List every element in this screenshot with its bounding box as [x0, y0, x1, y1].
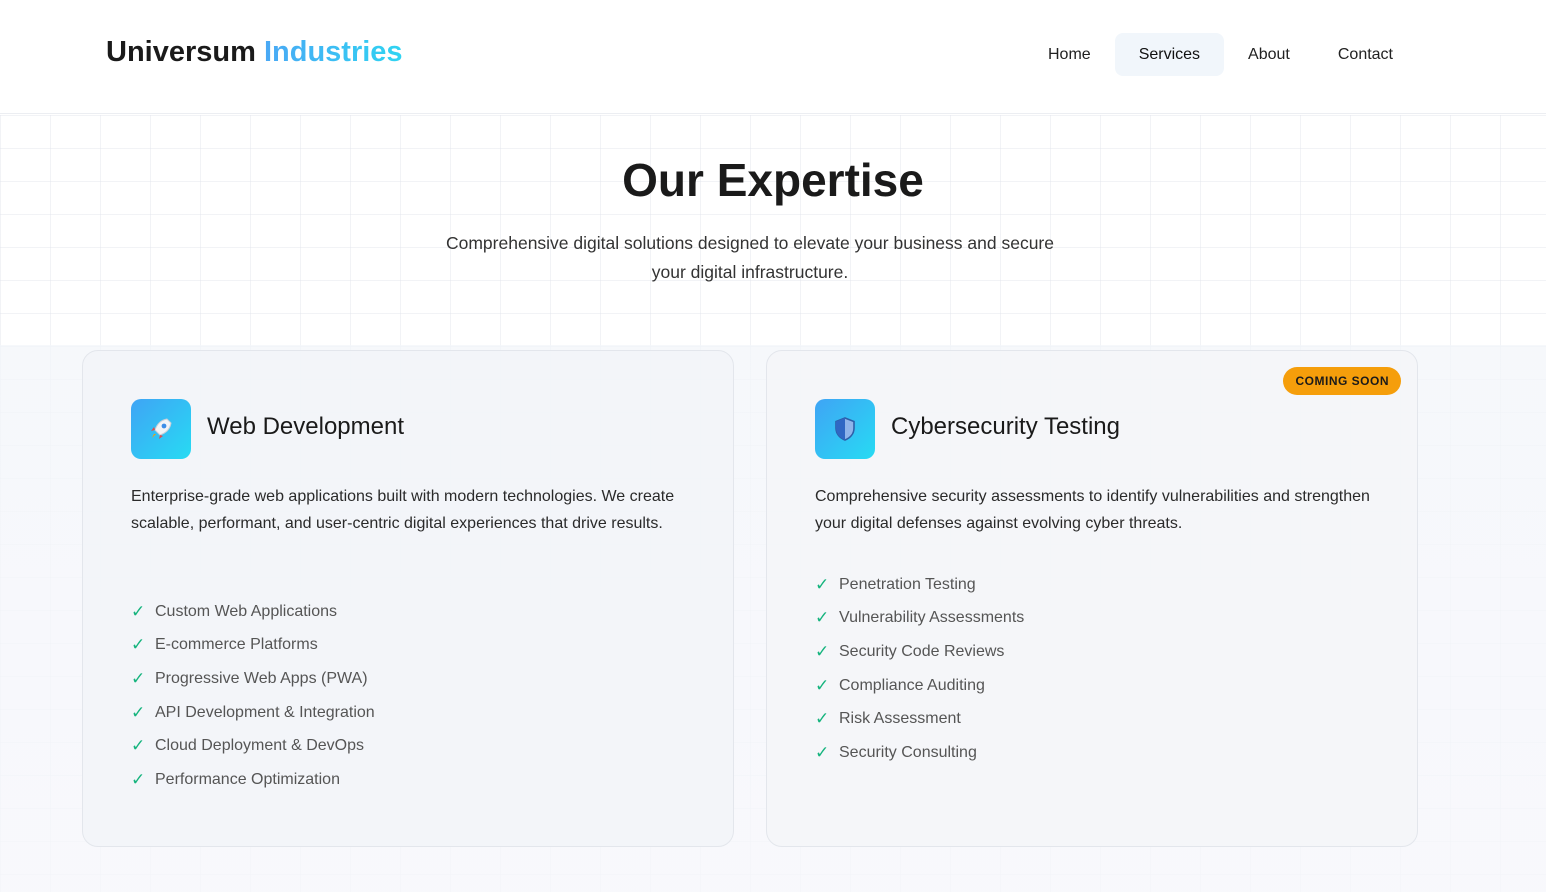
site-header: Universum Industries Home Services About…: [0, 0, 1546, 114]
card-title: Web Development: [207, 413, 404, 440]
check-icon: ✓: [815, 742, 830, 762]
section-subtitle: Comprehensive digital solutions designed…: [445, 233, 1054, 282]
shield-icon: [815, 399, 875, 459]
list-item: ✓ E-commerce Platforms: [131, 635, 318, 655]
list-item: ✓ Vulnerability Assessments: [815, 608, 1025, 628]
expertise-section: Our Expertise Comprehensive digital solu…: [0, 115, 1546, 892]
card-title: Cybersecurity Testing: [891, 413, 1120, 440]
list-item: ✓ Performance Optimization: [131, 769, 340, 789]
feature-list: ✓ Penetration Testing ✓ Vulnerability Asse…: [815, 568, 1024, 770]
check-icon: ✓: [815, 574, 830, 594]
brand-logo[interactable]: Universum Industries: [106, 36, 403, 69]
check-icon: ✓: [815, 675, 830, 695]
check-icon: ✓: [815, 608, 830, 628]
rocket-icon: [131, 399, 191, 459]
main-nav: Home Services About Contact: [1024, 33, 1417, 76]
brand-name: Universum: [106, 36, 256, 68]
feature-list: ✓ Custom Web Applications ✓ E-commerce Pla…: [131, 595, 375, 797]
list-item: ✓ Compliance Auditing: [815, 675, 985, 695]
nav-services[interactable]: Services: [1114, 33, 1225, 76]
card-description: Comprehensive security assessments to id…: [815, 488, 1370, 532]
list-item: ✓ Cloud Deployment & DevOps: [131, 736, 364, 756]
nav-about[interactable]: About: [1224, 33, 1314, 76]
check-icon: ✓: [131, 668, 146, 688]
list-item: ✓ Custom Web Applications: [131, 601, 338, 621]
card-description: Enterprise-grade web applications built …: [131, 488, 675, 532]
check-icon: ✓: [131, 702, 146, 722]
list-item: ✓ Security Code Reviews: [815, 641, 1005, 661]
check-icon: ✓: [131, 769, 146, 789]
check-icon: ✓: [131, 601, 146, 621]
list-item: ✓ Security Consulting: [815, 742, 977, 762]
check-icon: ✓: [815, 709, 830, 729]
coming-soon-badge: COMING SOON: [1283, 367, 1401, 395]
nav-home[interactable]: Home: [1024, 33, 1115, 76]
nav-contact[interactable]: Contact: [1314, 33, 1417, 76]
list-item: ✓ API Development & Integration: [131, 702, 375, 722]
brand-name-accent: Industries: [263, 36, 403, 68]
list-item: ✓ Penetration Testing: [815, 574, 976, 594]
check-icon: ✓: [131, 635, 146, 655]
service-card-cybersecurity-testing: COMING SOON Cybersecurity Testing Compre…: [766, 350, 1418, 847]
list-item: ✓ Risk Assessment: [815, 709, 961, 729]
service-card-web-development: Web Development Enterprise-grade web app…: [82, 350, 734, 847]
check-icon: ✓: [815, 641, 830, 661]
section-title: Our Expertise: [622, 154, 924, 206]
list-item: ✓ Progressive Web Apps (PWA): [131, 668, 368, 688]
check-icon: ✓: [131, 736, 146, 756]
